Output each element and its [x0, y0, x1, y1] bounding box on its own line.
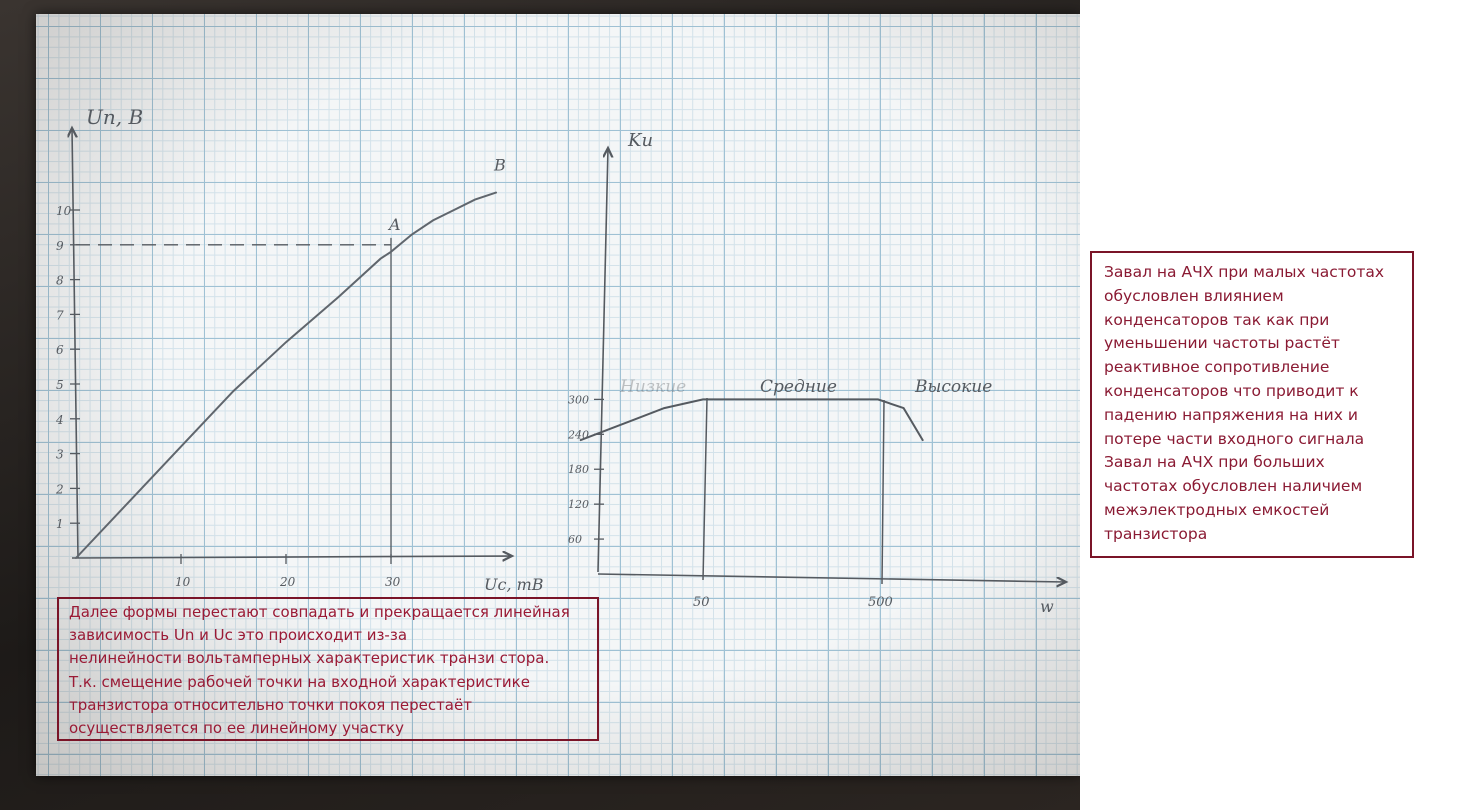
freq-y-axis: [597, 148, 608, 573]
freq-region-label: Средние: [760, 377, 837, 397]
freq-marker-low: [702, 397, 708, 581]
transfer-y-tick-label: 5: [56, 378, 64, 392]
freq-x-tick-label: 500: [868, 595, 893, 610]
transfer-x-axis: [71, 556, 512, 558]
freq-y-label: Kи: [627, 130, 653, 151]
freq-y-tick-label: 120: [568, 498, 589, 511]
freq-y-tick-label: 240: [567, 428, 589, 441]
transfer-chart: 1 2 3 4 5 6 7 8 9 10 10 20 30 A B Uп, В Uс, mB: [55, 105, 544, 594]
transfer-y-tick-label: 6: [56, 343, 64, 357]
transfer-y-tick-label: 8: [56, 274, 64, 288]
freq-x-axis: [597, 573, 1066, 582]
transfer-y-tick-label: 7: [56, 308, 64, 322]
frequency-response-chart: 60 120 180 240 300 50 500 Низкие Средние Высоки…: [567, 130, 1066, 616]
freq-region-label: Низкие: [619, 377, 686, 397]
annotation-box-bottom: Далее формы перестают совпадать и прекра…: [57, 597, 599, 741]
transfer-point-label: A: [387, 215, 401, 234]
freq-x-ticks: 50 500: [693, 595, 893, 610]
freq-x-label: w: [1040, 597, 1054, 616]
freq-region-label: Высокие: [914, 377, 992, 397]
transfer-x-tick-label: 10: [175, 575, 191, 589]
transfer-y-axis: [72, 128, 79, 559]
transfer-y-tick-label: 4: [55, 413, 64, 427]
transfer-y-tick-label: 1: [56, 517, 64, 531]
transfer-y-tick-label: 10: [56, 204, 72, 218]
freq-response-curve: [579, 398, 924, 442]
transfer-y-tick-label: 2: [55, 482, 64, 496]
transfer-reference-lines: [76, 237, 392, 558]
transfer-x-tick-label: 30: [385, 575, 401, 589]
transfer-y-tick-label: 3: [56, 448, 64, 462]
freq-marker-high: [881, 399, 885, 585]
transfer-y-tick-label: 9: [56, 239, 64, 253]
freq-region-labels: Низкие Средние Высокие: [619, 377, 992, 397]
freq-y-tick-label: 60: [568, 533, 582, 546]
freq-x-tick-label: 50: [693, 595, 710, 610]
transfer-point-label: B: [493, 156, 506, 175]
transfer-y-label: Uп, В: [86, 105, 143, 129]
freq-y-tick-label: 180: [568, 463, 589, 476]
transfer-curve: [75, 191, 497, 559]
transfer-x-label: Uс, mB: [484, 575, 544, 594]
freq-y-tick-label: 300: [568, 393, 589, 406]
transfer-x-tick-label: 20: [279, 575, 296, 589]
transfer-x-ticks: 10 20 30: [175, 554, 401, 589]
annotation-box-right: Завал на АЧХ при малых частотах обусловл…: [1090, 251, 1414, 558]
